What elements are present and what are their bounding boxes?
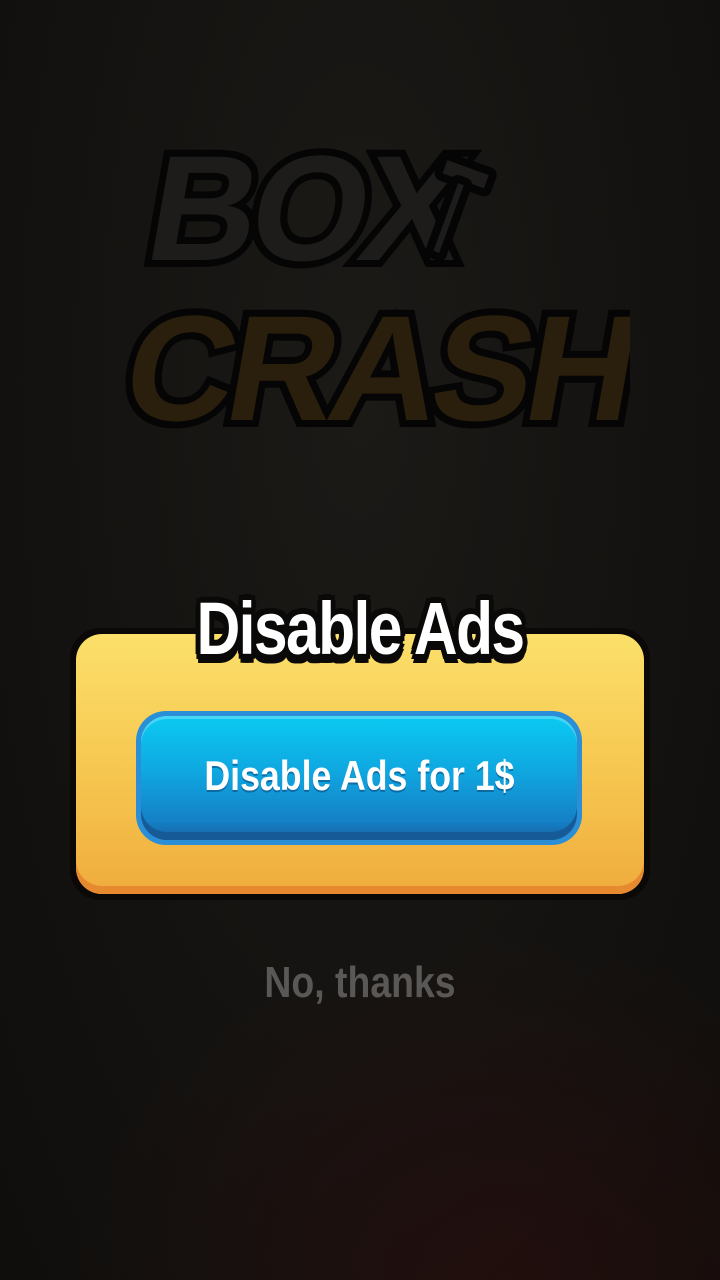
- disable-ads-purchase-button[interactable]: Disable Ads for 1$: [136, 711, 582, 845]
- logo-line-2: CRASH: [113, 285, 630, 450]
- game-logo: BOX CRASH: [100, 100, 630, 450]
- game-screen: BOX CRASH Disable Ads Disable Ads for 1$…: [0, 0, 720, 1280]
- background-vignette: [0, 880, 720, 1280]
- purchase-button-face[interactable]: Disable Ads for 1$: [141, 716, 577, 840]
- purchase-button-label: Disable Ads for 1$: [203, 752, 515, 799]
- dialog-title: Disable Ads: [196, 587, 525, 670]
- no-thanks-button[interactable]: No, thanks: [54, 958, 666, 1008]
- disable-ads-dialog: Disable Ads Disable Ads for 1$: [70, 587, 650, 900]
- logo-line-1: BOX: [136, 125, 478, 293]
- dialog-panel: Disable Ads Disable Ads for 1$: [76, 587, 644, 894]
